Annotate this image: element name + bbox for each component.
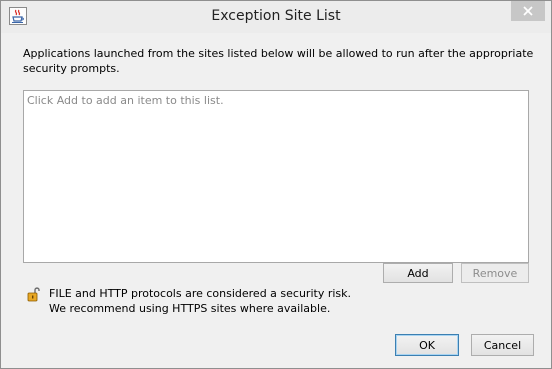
unlocked-padlock-icon <box>27 286 41 302</box>
cancel-button[interactable]: Cancel <box>471 334 534 356</box>
exception-site-listbox[interactable]: Click Add to add an item to this list. <box>23 90 529 263</box>
close-icon <box>523 6 533 16</box>
exception-site-list-dialog: Exception Site List Applications launche… <box>0 0 552 369</box>
list-placeholder: Click Add to add an item to this list. <box>27 94 224 107</box>
ok-button[interactable]: OK <box>395 334 459 356</box>
security-warning: FILE and HTTP protocols are considered a… <box>49 286 351 316</box>
security-warning-line-1: FILE and HTTP protocols are considered a… <box>49 287 352 300</box>
security-warning-line-2: We recommend using HTTPS sites where ava… <box>49 302 331 315</box>
title-bar[interactable]: Exception Site List <box>1 1 551 33</box>
dialog-content: Applications launched from the sites lis… <box>9 33 543 360</box>
remove-button[interactable]: Remove <box>461 263 529 283</box>
window-title: Exception Site List <box>211 8 341 24</box>
add-button[interactable]: Add <box>383 263 453 283</box>
close-button[interactable] <box>511 1 545 21</box>
dialog-description: Applications launched from the sites lis… <box>23 47 534 75</box>
